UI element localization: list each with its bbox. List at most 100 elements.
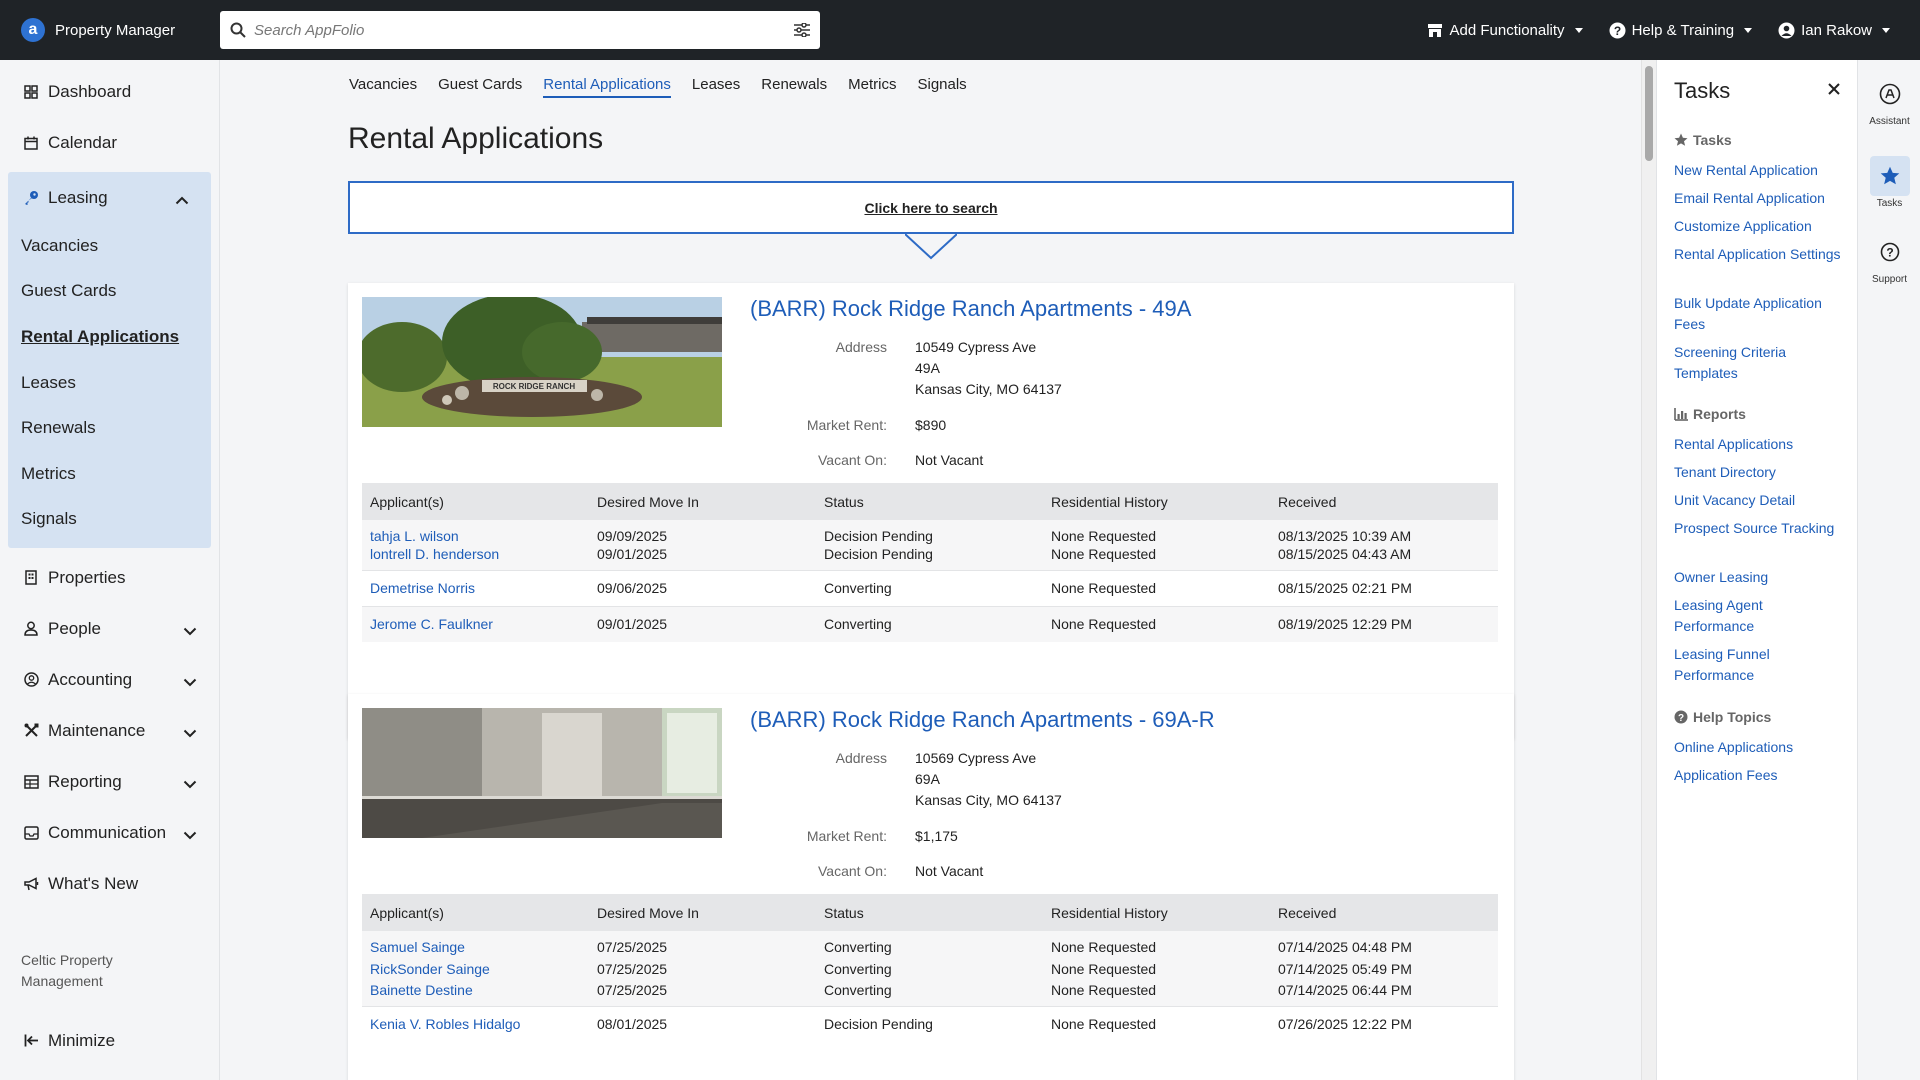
svg-text:?: ?: [1613, 24, 1620, 38]
market-rent-value: $890: [915, 417, 947, 433]
table-row[interactable]: Bainette Destine 07/25/2025 Converting N…: [362, 981, 1498, 1006]
address-line-3: Kansas City, MO 64137: [915, 381, 1062, 397]
table-row[interactable]: tahja L. wilson 09/09/2025 Decision Pend…: [362, 520, 1498, 545]
close-icon[interactable]: [1827, 82, 1841, 96]
expand-arrow-icon[interactable]: [905, 234, 957, 260]
desired-move-in: 07/25/2025: [589, 931, 816, 956]
report-link-tenant-directory[interactable]: Tenant Directory: [1674, 462, 1844, 483]
search-input[interactable]: [254, 21, 794, 39]
reports-heading-label: Reports: [1693, 406, 1746, 422]
table-row[interactable]: Jerome C. Faulkner 09/01/2025 Converting…: [362, 605, 1498, 642]
table-row[interactable]: Demetrise Norris 09/06/2025 Converting N…: [362, 569, 1498, 606]
caret-down-icon: [1744, 27, 1753, 33]
nav-whats-new[interactable]: What's New: [0, 858, 219, 909]
task-link-screening-criteria[interactable]: Screening Criteria Templates: [1674, 342, 1844, 384]
nav-dashboard[interactable]: Dashboard: [0, 66, 219, 117]
nav-sub-vacancies[interactable]: Vacancies: [8, 223, 211, 269]
table-row[interactable]: lontrell D. henderson 09/01/2025 Decisio…: [362, 545, 1498, 570]
user-menu[interactable]: Ian Rakow: [1778, 22, 1890, 39]
desired-move-in: 09/01/2025: [589, 605, 816, 642]
tab-metrics[interactable]: Metrics: [848, 76, 896, 98]
rail-support[interactable]: ? Support: [1858, 232, 1920, 285]
report-link-rental-applications[interactable]: Rental Applications: [1674, 434, 1844, 455]
task-link-email-rental-application[interactable]: Email Rental Application: [1674, 188, 1844, 209]
listing-title[interactable]: (BARR) Rock Ridge Ranch Apartments - 69A…: [750, 707, 1215, 733]
help-circle-icon: ?: [1674, 710, 1688, 724]
nav-properties[interactable]: Properties: [0, 552, 219, 603]
nav-sub-rental-applications[interactable]: Rental Applications: [8, 314, 211, 360]
applicant-name-link[interactable]: tahja L. wilson: [362, 520, 589, 545]
property-photo: ROCK RIDGE RANCH: [362, 297, 722, 427]
nav-calendar[interactable]: Calendar: [0, 117, 219, 168]
tab-signals[interactable]: Signals: [917, 76, 966, 98]
person-icon: [22, 620, 40, 638]
nav-accounting[interactable]: Accounting: [0, 654, 219, 705]
table-row[interactable]: Samuel Sainge 07/25/2025 Converting None…: [362, 931, 1498, 956]
chevron-down-icon: [183, 774, 197, 794]
tab-vacancies[interactable]: Vacancies: [349, 76, 417, 98]
nav-sub-guest-cards[interactable]: Guest Cards: [8, 269, 211, 315]
chevron-down-icon: [183, 621, 197, 641]
nav-maintenance[interactable]: Maintenance: [0, 705, 219, 756]
nav-sub-signals[interactable]: Signals: [8, 497, 211, 543]
rail-tasks[interactable]: Tasks: [1858, 156, 1920, 209]
applicant-name-link[interactable]: Jerome C. Faulkner: [362, 605, 589, 642]
application-status: Converting: [816, 931, 1043, 956]
nav-reporting[interactable]: Reporting: [0, 756, 219, 807]
add-functionality-menu[interactable]: Add Functionality: [1427, 22, 1583, 39]
help-training-menu[interactable]: ? Help & Training: [1609, 22, 1753, 39]
main-scrollbar[interactable]: [1641, 60, 1656, 1080]
brand[interactable]: a Property Manager: [0, 18, 220, 42]
task-link-customize-application[interactable]: Customize Application: [1674, 216, 1844, 237]
applicant-name-link[interactable]: Demetrise Norris: [362, 569, 589, 606]
market-rent-label: Market Rent:: [806, 417, 887, 433]
tab-leases[interactable]: Leases: [692, 76, 740, 98]
tasks-heading-label: Tasks: [1693, 132, 1732, 148]
residential-history: None Requested: [1043, 545, 1270, 570]
nav-communication[interactable]: Communication: [0, 807, 219, 858]
table-row[interactable]: Kenia V. Robles Hidalgo 08/01/2025 Decis…: [362, 1005, 1498, 1042]
leasing-group: Leasing Vacancies Guest Cards Rental App…: [8, 172, 211, 549]
nav-people[interactable]: People: [0, 603, 219, 654]
col-applicants: Applicant(s): [362, 483, 589, 520]
applicant-name-link[interactable]: Kenia V. Robles Hidalgo: [362, 1005, 589, 1042]
tab-rental-applications[interactable]: Rental Applications: [543, 76, 671, 98]
task-link-new-rental-application[interactable]: New Rental Application: [1674, 160, 1844, 181]
report-link-unit-vacancy-detail[interactable]: Unit Vacancy Detail: [1674, 490, 1844, 511]
report-link-leasing-agent-performance[interactable]: Leasing Agent Performance: [1674, 595, 1844, 637]
applicant-name-link[interactable]: Bainette Destine: [362, 981, 589, 1006]
rail-assistant[interactable]: Assistant: [1858, 74, 1920, 127]
search-filter-toggle[interactable]: Click here to search: [348, 181, 1514, 234]
scrollbar-thumb[interactable]: [1645, 66, 1653, 161]
residential-history: None Requested: [1043, 520, 1270, 545]
report-link-owner-leasing[interactable]: Owner Leasing: [1674, 567, 1844, 588]
table-row[interactable]: RickSonder Sainge 07/25/2025 Converting …: [362, 956, 1498, 981]
task-link-bulk-update-fees[interactable]: Bulk Update Application Fees: [1674, 293, 1844, 335]
nav-sub-renewals[interactable]: Renewals: [8, 405, 211, 451]
help-link-application-fees[interactable]: Application Fees: [1674, 765, 1844, 786]
minimize-sidebar-button[interactable]: Minimize: [0, 1015, 115, 1066]
global-search[interactable]: [220, 11, 820, 49]
filter-sliders-icon[interactable]: [794, 23, 810, 37]
nav-leasing[interactable]: Leasing: [8, 172, 211, 223]
report-link-leasing-funnel-performance[interactable]: Leasing Funnel Performance: [1674, 644, 1844, 686]
nav-sub-leases[interactable]: Leases: [8, 360, 211, 406]
search-icon: [230, 22, 246, 38]
tab-renewals[interactable]: Renewals: [761, 76, 827, 98]
nav-maintenance-label: Maintenance: [48, 720, 146, 740]
report-link-prospect-source-tracking[interactable]: Prospect Source Tracking: [1674, 518, 1844, 539]
listing-title[interactable]: (BARR) Rock Ridge Ranch Apartments - 49A: [750, 296, 1191, 322]
received-date: 08/13/2025 10:39 AM: [1270, 520, 1498, 545]
desired-move-in: 09/01/2025: [589, 545, 816, 570]
applicant-name-link[interactable]: Samuel Sainge: [362, 931, 589, 956]
vacant-on-value: Not Vacant: [915, 863, 984, 879]
nav-sub-metrics[interactable]: Metrics: [8, 451, 211, 497]
received-date: 07/14/2025 06:44 PM: [1270, 981, 1498, 1006]
tab-guest-cards[interactable]: Guest Cards: [438, 76, 522, 98]
applicant-name-link[interactable]: lontrell D. henderson: [362, 545, 589, 570]
task-link-rental-application-settings[interactable]: Rental Application Settings: [1674, 244, 1844, 265]
applicant-name-link[interactable]: RickSonder Sainge: [362, 956, 589, 981]
help-link-online-applications[interactable]: Online Applications: [1674, 737, 1844, 758]
chart-icon: [1674, 407, 1688, 421]
appfolio-logo: a: [21, 18, 45, 42]
